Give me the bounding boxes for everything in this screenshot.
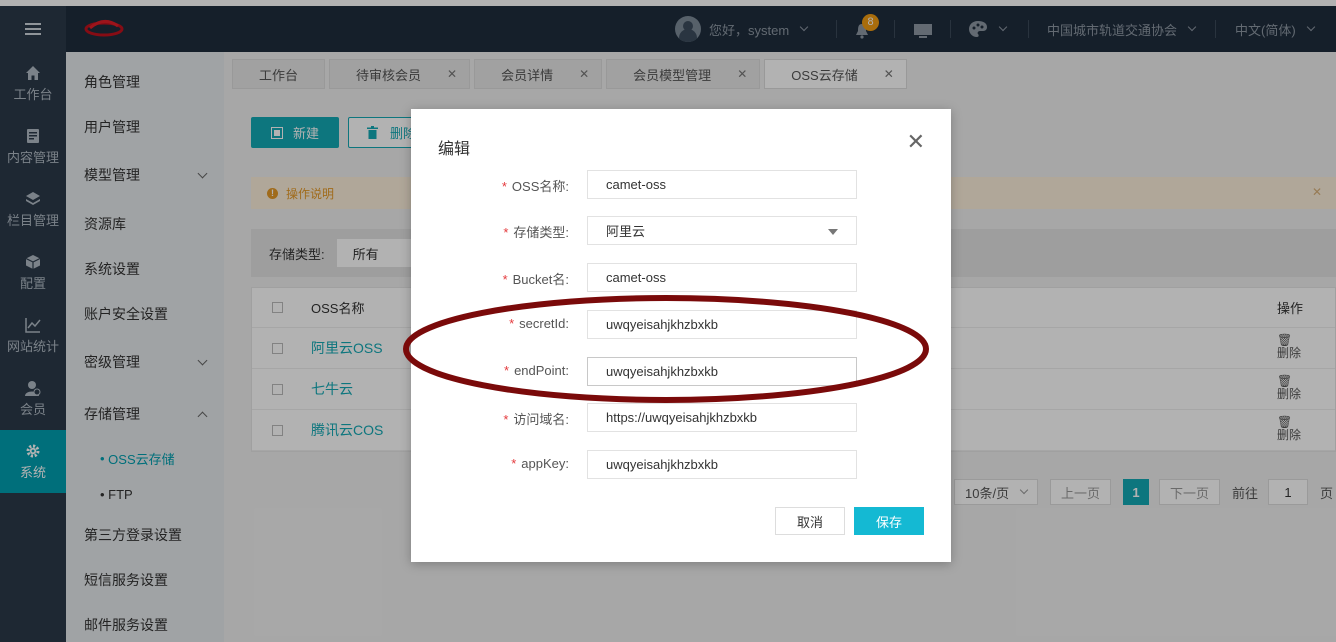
field-secret-id: * secretId: uwqyeisahjkhzbxkb [411,310,951,340]
cancel-label: 取消 [796,514,823,530]
caret-down-icon [828,229,838,235]
field-label: * Bucket名: [503,269,569,288]
field-label: * OSS名称: [502,176,569,195]
field-label-text: Bucket名: [512,272,569,287]
field-storage-type: * 存储类型: 阿里云 [411,216,951,246]
input-value: camet-oss [606,177,666,192]
field-endpoint: * endPoint: uwqyeisahjkhzbxkb [411,357,951,387]
required-mark: * [504,363,510,378]
endpoint-input[interactable]: uwqyeisahjkhzbxkb [587,357,857,386]
field-label: * 访问域名: [503,409,569,428]
field-oss-name: * OSS名称: camet-oss [411,170,951,200]
field-label: * endPoint: [504,363,569,378]
field-app-key: * appKey: uwqyeisahjkhzbxkb [411,450,951,480]
dialog-title: 编辑 [438,141,471,158]
edit-dialog: 编辑 ✕ * OSS名称: camet-oss * 存储类型: 阿里云 * Bucke… [411,109,951,562]
save-button[interactable]: 保存 [854,507,924,535]
domain-input[interactable]: https://uwqyeisahjkhzbxkb [587,403,857,432]
input-value: 阿里云 [606,224,646,239]
field-label-text: OSS名称: [511,179,569,194]
field-bucket: * Bucket名: camet-oss [411,263,951,293]
oss-name-input[interactable]: camet-oss [587,170,857,199]
close-icon[interactable]: ✕ [907,131,925,153]
required-mark: * [503,412,509,427]
field-label: * 存储类型: [503,222,569,241]
field-label: * secretId: [509,316,569,331]
bucket-input[interactable]: camet-oss [587,263,857,292]
field-label: * appKey: [511,456,569,471]
cancel-button[interactable]: 取消 [775,507,845,535]
required-mark: * [509,316,515,331]
field-label-text: endPoint: [514,363,569,378]
input-value: uwqyeisahjkhzbxkb [606,457,719,472]
input-value: uwqyeisahjkhzbxkb [606,364,719,379]
field-label-text: 存储类型: [513,225,569,240]
app-key-input[interactable]: uwqyeisahjkhzbxkb [587,450,857,479]
save-label: 保存 [875,514,902,530]
input-value: camet-oss [606,270,666,285]
secret-id-input[interactable]: uwqyeisahjkhzbxkb [587,310,857,339]
storage-type-select[interactable]: 阿里云 [587,216,857,245]
input-value: https://uwqyeisahjkhzbxkb [606,410,758,425]
required-mark: * [503,225,509,240]
required-mark: * [502,272,508,287]
required-mark: * [511,456,517,471]
field-label-text: appKey: [521,456,569,471]
field-domain: * 访问域名: https://uwqyeisahjkhzbxkb [411,403,951,433]
required-mark: * [501,179,507,194]
field-label-text: 访问域名: [513,412,569,427]
field-label-text: secretId: [519,316,569,331]
input-value: uwqyeisahjkhzbxkb [606,317,719,332]
